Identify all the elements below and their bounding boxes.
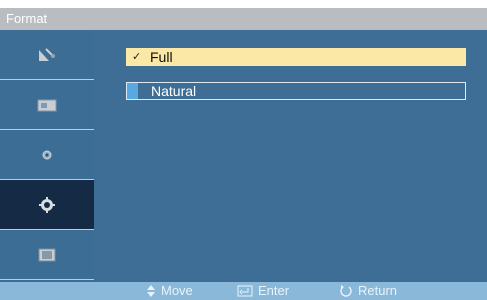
- sidebar-item-settings[interactable]: [0, 180, 94, 230]
- sidebar-item-sound[interactable]: [0, 130, 94, 180]
- monitor-icon: [38, 248, 56, 261]
- selection-marker: [127, 83, 138, 99]
- footer-hints: Move Enter Return: [0, 282, 487, 300]
- option-label: Natural: [151, 83, 197, 99]
- satellite-dish-icon: [39, 47, 55, 61]
- window-title: Format: [0, 8, 487, 30]
- option-label: Full: [150, 49, 173, 65]
- return-hint: Return: [339, 282, 397, 300]
- enter-icon: [237, 285, 253, 297]
- sound-icon: [42, 150, 52, 159]
- checkmark-icon: ✓: [132, 51, 142, 63]
- sidebar-item-input[interactable]: [0, 230, 94, 280]
- format-options-panel: ✓ Full Natural: [94, 30, 487, 282]
- return-label: Return: [358, 283, 398, 298]
- option-full[interactable]: ✓ Full: [126, 48, 466, 66]
- return-icon: [340, 285, 352, 297]
- move-hint: Move: [146, 282, 193, 300]
- gear-icon: [39, 196, 55, 213]
- sidebar: [0, 30, 94, 282]
- move-arrows-icon: [147, 285, 155, 297]
- sidebar-item-setup[interactable]: [0, 30, 94, 80]
- move-label: Move: [161, 283, 193, 298]
- sidebar-item-picture[interactable]: [0, 80, 94, 130]
- enter-label: Enter: [258, 283, 290, 298]
- picture-icon: [37, 99, 57, 111]
- option-natural[interactable]: Natural: [126, 82, 466, 100]
- enter-hint: Enter: [237, 282, 289, 300]
- osd-window: Format ✓ Full Natural Move Enter Return: [0, 0, 487, 300]
